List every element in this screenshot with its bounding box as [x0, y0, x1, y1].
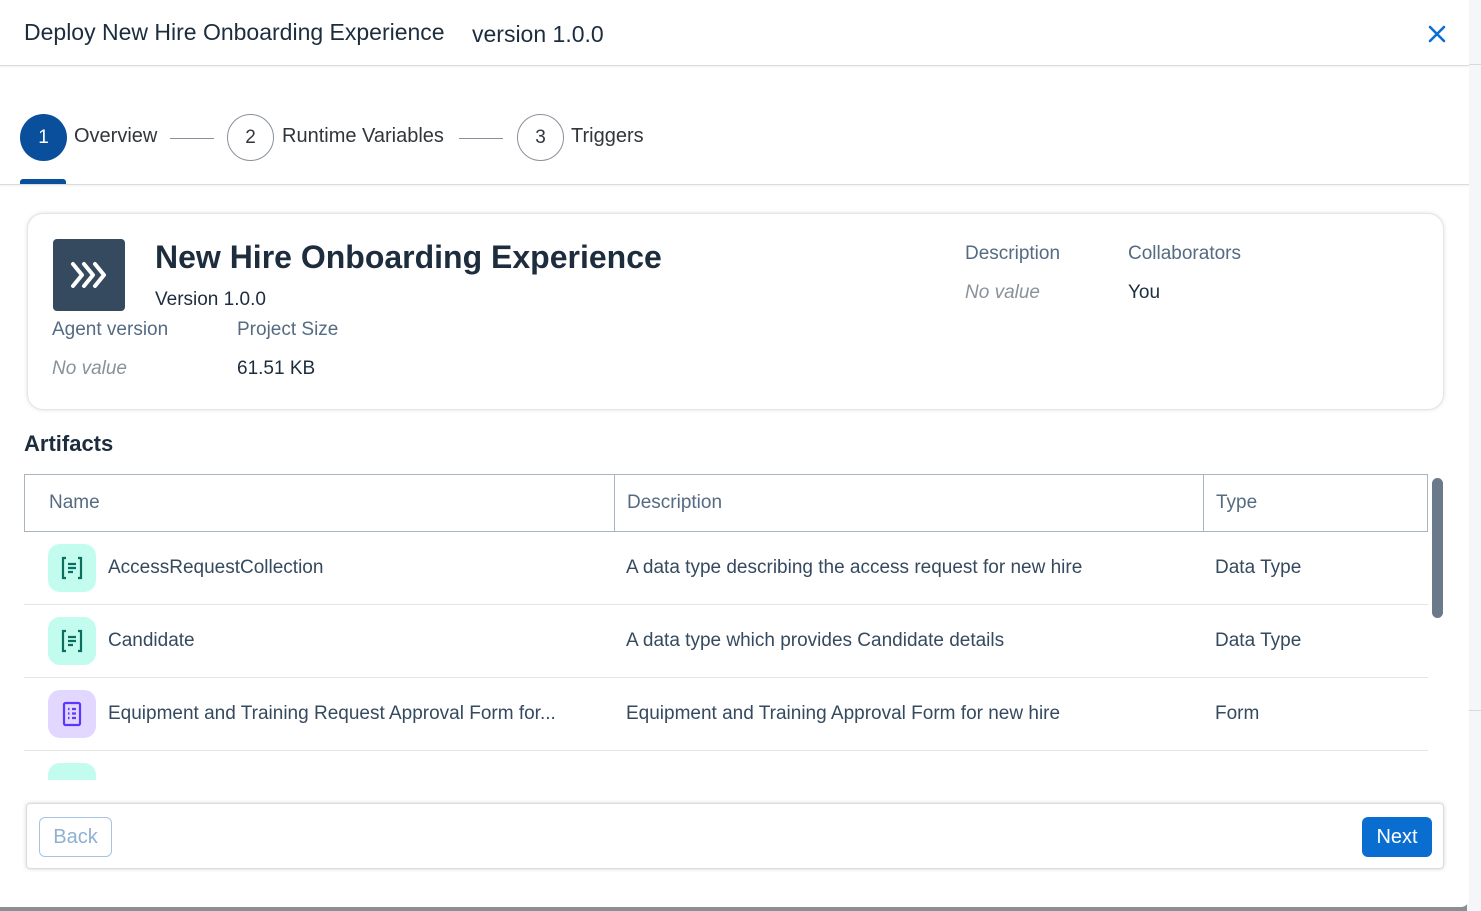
dialog-footer: Back Next [26, 803, 1444, 869]
step-3-label[interactable]: Triggers [571, 125, 644, 148]
table-row[interactable]: Equipment and Training Request Approval … [24, 678, 1428, 751]
project-size-value: 61.51 KB [237, 358, 316, 379]
artifact-description: A data type describing the access reques… [626, 557, 1083, 578]
data-type-icon [48, 617, 96, 665]
table-scrollbar[interactable] [1432, 478, 1443, 618]
step-3-circle[interactable]: 3 [517, 114, 564, 161]
artifact-type: Data Type [1215, 630, 1302, 651]
deploy-dialog: Deploy New Hire Onboarding Experience ve… [0, 0, 1469, 907]
form-icon [48, 690, 96, 738]
step-2-circle[interactable]: 2 [227, 114, 274, 161]
active-step-indicator [20, 179, 66, 184]
data-type-icon [48, 763, 96, 780]
column-header-description[interactable]: Description [627, 475, 722, 531]
artifact-name: Candidate [108, 630, 195, 651]
dialog-title: Deploy New Hire Onboarding Experience [24, 19, 445, 45]
column-divider [614, 475, 615, 531]
column-header-name[interactable]: Name [49, 475, 100, 531]
artifact-description: A data type which provides Candidate det… [626, 630, 1005, 651]
table-row[interactable]: AccessRequestCollection A data type desc… [24, 532, 1428, 605]
project-overview-card: New Hire Onboarding Experience Version 1… [27, 213, 1444, 410]
column-divider [1203, 475, 1204, 531]
artifact-name: Equipment and Training Request Approval … [108, 703, 556, 724]
collaborators-value: You [1128, 282, 1161, 303]
agent-version-label: Agent version [52, 319, 169, 340]
artifact-name: AccessRequestCollection [108, 557, 324, 578]
project-name: New Hire Onboarding Experience [155, 239, 662, 275]
step-separator [459, 138, 503, 139]
next-button[interactable]: Next [1362, 817, 1432, 857]
dialog-header: Deploy New Hire Onboarding Experience ve… [0, 0, 1469, 66]
agent-version-value: No value [52, 358, 127, 379]
data-type-icon [48, 544, 96, 592]
artifact-description: Equipment and Training Approval Form for… [626, 703, 1061, 724]
collaborators-label: Collaborators [1128, 243, 1241, 264]
description-label: Description [965, 243, 1061, 264]
step-1-circle[interactable]: 1 [20, 114, 67, 161]
step-1-label[interactable]: Overview [74, 125, 157, 148]
background-app [1467, 0, 1481, 911]
close-icon [1428, 25, 1446, 43]
artifact-type: Data Type [1215, 557, 1302, 578]
description-value: No value [965, 282, 1040, 303]
artifacts-title: Artifacts [24, 431, 114, 456]
step-separator [170, 138, 214, 139]
dialog-version: version 1.0.0 [472, 21, 604, 47]
back-button[interactable]: Back [39, 817, 112, 857]
table-row[interactable]: Candidate A data type which provides Can… [24, 605, 1428, 678]
step-2-label[interactable]: Runtime Variables [282, 125, 444, 148]
artifact-type: Form [1215, 703, 1260, 724]
artifacts-table: Name Description Type AccessRequestColle… [24, 474, 1428, 780]
close-button[interactable] [1421, 18, 1453, 50]
chevrons-right-icon [53, 239, 125, 311]
column-header-type[interactable]: Type [1216, 475, 1257, 531]
table-header: Name Description Type [24, 474, 1428, 532]
project-size-label: Project Size [237, 319, 339, 340]
table-row-partial[interactable] [24, 751, 1428, 780]
project-version: Version 1.0.0 [155, 289, 266, 310]
wizard-progress: 1 Overview 2 Runtime Variables 3 Trigger… [0, 67, 1469, 185]
